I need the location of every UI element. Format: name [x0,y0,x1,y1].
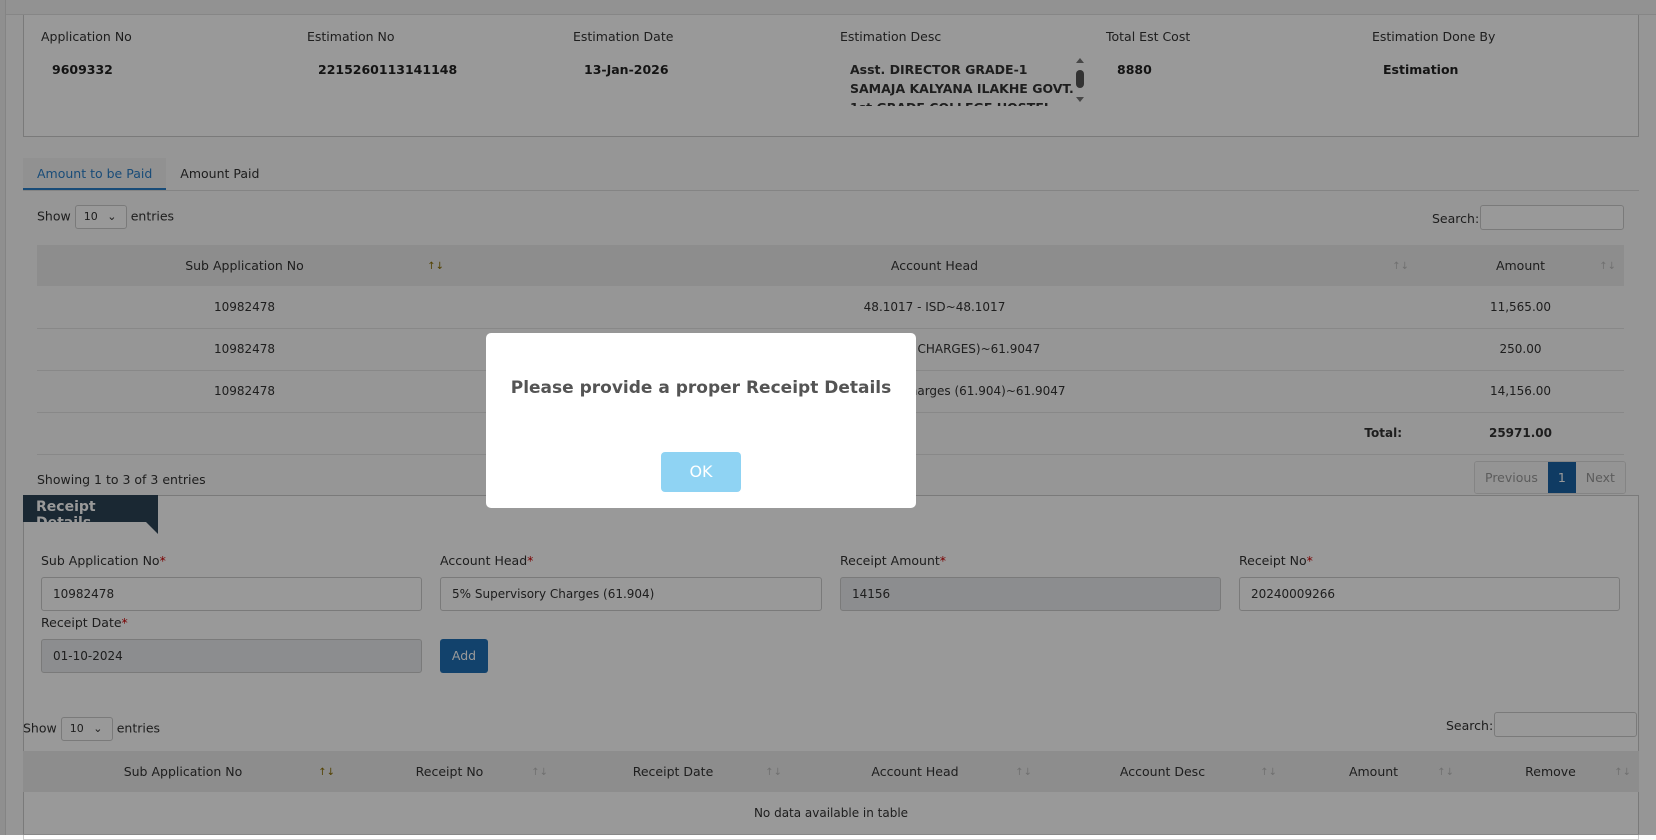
ok-button[interactable]: OK [661,452,741,492]
alert-dialog: Please provide a proper Receipt Details … [486,333,916,508]
alert-message: Please provide a proper Receipt Details [510,378,892,398]
